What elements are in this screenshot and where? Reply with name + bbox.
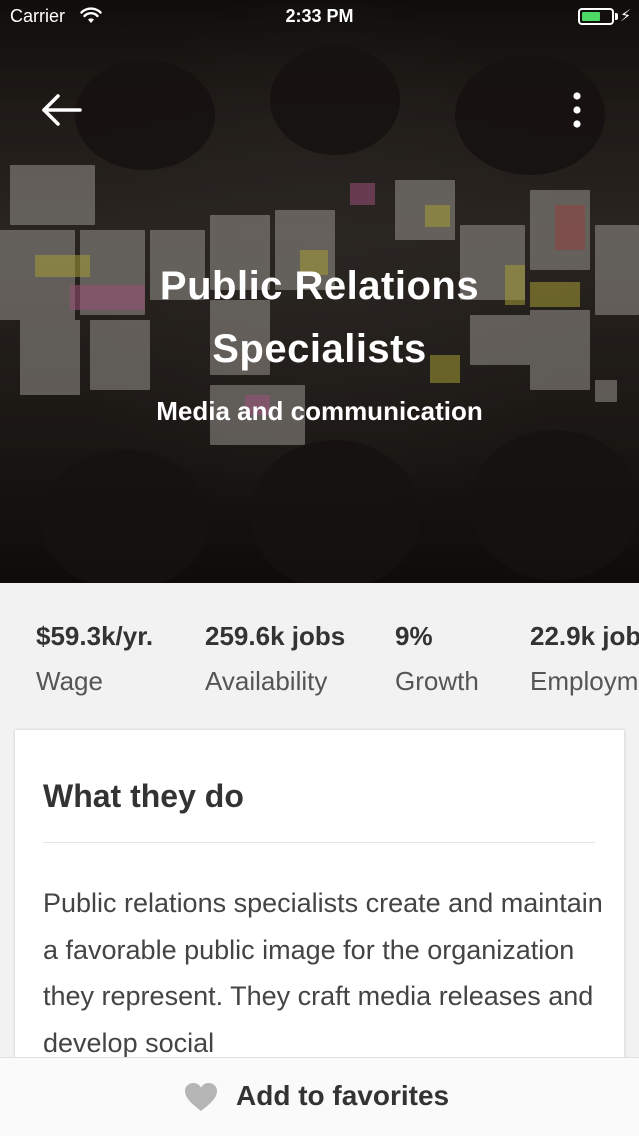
- add-to-favorites-label: Add to favorites: [236, 1080, 450, 1111]
- stat-label: Wage: [36, 666, 103, 696]
- arrow-left-icon[interactable]: [38, 90, 84, 130]
- page-subtitle: Media and communication: [156, 396, 483, 426]
- add-to-favorites-button[interactable]: Add to favorites: [0, 1057, 639, 1136]
- stat-label: Employment: [530, 666, 639, 696]
- stat-value: 22.9k jobs: [530, 621, 639, 651]
- page-title: Public Relations Specialists: [0, 255, 639, 381]
- stat-label: Availability: [205, 666, 328, 696]
- stat-value: 259.6k jobs: [205, 621, 346, 651]
- stat-growth: 9% Growth: [395, 621, 479, 697]
- stat-employment: 22.9k jobs Employment: [530, 621, 639, 697]
- stat-value: $59.3k/yr.: [36, 621, 154, 651]
- stat-value: 9%: [395, 621, 433, 651]
- section-title: What they do: [43, 778, 244, 814]
- section-body: Public relations specialists create and …: [43, 888, 603, 1058]
- heart-icon: [185, 1083, 217, 1111]
- charging-bolt-icon: ⚡: [620, 8, 632, 25]
- status-bar: Carrier 2:33 PM ⚡: [0, 0, 639, 34]
- stat-availability: 259.6k jobs Availability: [205, 621, 345, 697]
- page-title-line2: Specialists: [212, 327, 427, 371]
- stat-wage: $59.3k/yr. Wage: [36, 621, 153, 697]
- stat-label: Growth: [395, 666, 479, 696]
- page-title-line1: Public Relations: [159, 264, 480, 308]
- battery-level: [582, 12, 600, 21]
- status-time: 2:33 PM: [285, 6, 354, 26]
- divider: [43, 842, 595, 843]
- more-vertical-icon[interactable]: [562, 90, 592, 130]
- stats-row[interactable]: $59.3k/yr. Wage 259.6k jobs Availability…: [0, 583, 639, 728]
- battery-icon: [578, 8, 614, 25]
